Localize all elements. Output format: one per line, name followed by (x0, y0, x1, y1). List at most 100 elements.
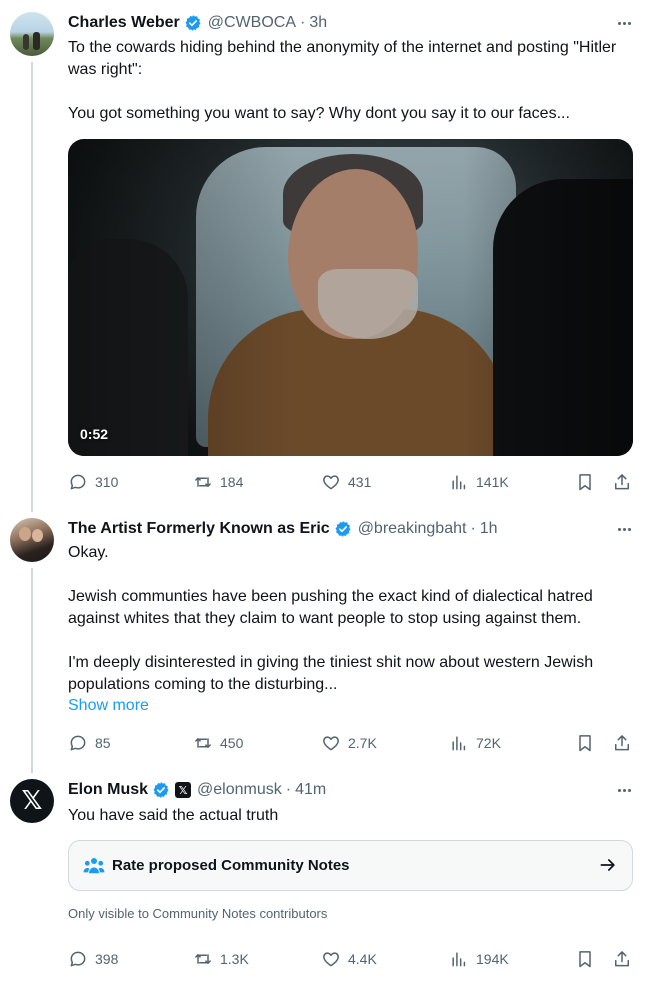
author-handle[interactable]: @breakingbaht (358, 520, 467, 538)
show-more-link[interactable]: Show more (68, 697, 149, 715)
views-button[interactable]: 72K (449, 732, 501, 754)
views-count: 72K (476, 735, 501, 751)
share-button[interactable] (612, 948, 632, 970)
action-bar: 398 1.3K 4.4K 194K (68, 948, 638, 970)
share-icon (615, 951, 629, 967)
author-handle[interactable]: @CWBOCA (208, 14, 296, 32)
author-name[interactable]: Elon Musk (68, 781, 148, 799)
share-button[interactable] (612, 732, 632, 754)
share-icon (615, 474, 629, 490)
views-button[interactable]: 141K (449, 471, 509, 493)
thread-line (31, 62, 33, 512)
like-icon (323, 952, 339, 967)
thread-line (31, 568, 33, 773)
bookmark-icon (579, 474, 591, 491)
views-icon (452, 736, 466, 751)
tweet-paragraph: Okay. (68, 544, 109, 561)
views-count: 141K (476, 474, 509, 490)
like-button[interactable]: 2.7K (321, 732, 377, 754)
visibility-note: Only visible to Community Notes contribu… (68, 906, 328, 921)
bookmark-icon (579, 951, 591, 968)
separator-dot: · (470, 520, 476, 537)
repost-count: 184 (220, 474, 244, 490)
reply-icon (70, 735, 86, 751)
action-bar: 85 450 2.7K 72K (68, 732, 638, 754)
tweet-text: To the cowards hiding behind the anonymi… (68, 37, 638, 125)
reply-count: 85 (95, 735, 111, 751)
bookmark-button[interactable] (575, 732, 595, 754)
community-notes-button[interactable]: Rate proposed Community Notes (68, 840, 633, 891)
avatar-face (32, 529, 43, 542)
timestamp[interactable]: 41m (295, 781, 326, 799)
like-icon (323, 736, 339, 751)
repost-button[interactable]: 450 (193, 732, 243, 754)
like-button[interactable]: 431 (321, 471, 371, 493)
author-name[interactable]: Charles Weber (68, 14, 180, 32)
timestamp[interactable]: 3h (309, 14, 327, 32)
bookmark-button[interactable] (575, 471, 595, 493)
tweet-header: The Artist Formerly Known as Eric @break… (68, 518, 498, 540)
more-icon[interactable] (614, 519, 634, 539)
tweet-paragraph: I'm deeply disinterested in giving the t… (68, 654, 594, 693)
reply-button[interactable]: 310 (68, 471, 118, 493)
tweet-paragraph: Jewish communties have been pushing the … (68, 588, 593, 627)
repost-count: 450 (220, 735, 244, 751)
like-icon (323, 475, 339, 490)
avatar[interactable] (10, 12, 54, 56)
repost-icon (195, 954, 211, 964)
reply-button[interactable]: 398 (68, 948, 118, 970)
separator-dot: · (285, 781, 292, 798)
x-logo-icon: 𝕏 (175, 782, 192, 798)
share-icon (615, 735, 629, 751)
views-button[interactable]: 194K (449, 948, 509, 970)
reply-count: 310 (95, 474, 119, 490)
like-count: 431 (348, 474, 372, 490)
verified-icon (152, 781, 170, 799)
share-button[interactable] (612, 471, 632, 493)
tweet-text: You have said the actual truth (68, 805, 638, 827)
avatar-figure (33, 32, 40, 50)
video-player[interactable]: 0:52 (68, 139, 633, 456)
tweet-header: Elon Musk 𝕏 @elonmusk · 41m (68, 779, 326, 801)
timestamp[interactable]: 1h (480, 520, 498, 538)
reply-count: 398 (95, 951, 119, 967)
tweet-paragraph: You have said the actual truth (68, 807, 279, 824)
avatar[interactable] (10, 518, 54, 562)
verified-icon (334, 520, 352, 538)
verified-icon (184, 14, 202, 32)
views-icon (452, 952, 466, 967)
bookmark-button[interactable] (575, 948, 595, 970)
avatar-face (19, 527, 31, 541)
repost-count: 1.3K (220, 951, 249, 967)
tweet-paragraph: You got something you want to say? Why d… (68, 105, 570, 122)
tweet-header: Charles Weber @CWBOCA · 3h (68, 12, 327, 34)
like-count: 4.4K (348, 951, 377, 967)
action-bar: 310 184 431 141K (68, 471, 638, 493)
like-button[interactable]: 4.4K (321, 948, 377, 970)
author-handle[interactable]: @elonmusk (197, 781, 282, 799)
community-notes-icon (83, 858, 105, 874)
repost-button[interactable]: 184 (193, 471, 243, 493)
arrow-right-icon (600, 859, 615, 871)
repost-button[interactable]: 1.3K (193, 948, 249, 970)
bookmark-icon (579, 735, 591, 752)
views-icon (452, 475, 466, 490)
reply-button[interactable]: 85 (68, 732, 111, 754)
more-icon[interactable] (614, 780, 634, 800)
video-duration: 0:52 (80, 426, 109, 442)
video-frame-shade (68, 139, 633, 456)
author-name[interactable]: The Artist Formerly Known as Eric (68, 520, 330, 538)
tweet-text: Okay. Jewish communties have been pushin… (68, 542, 638, 696)
tweet-paragraph: To the cowards hiding behind the anonymi… (68, 39, 617, 78)
community-notes-label: Rate proposed Community Notes (112, 857, 350, 874)
like-count: 2.7K (348, 735, 377, 751)
reply-icon (70, 951, 86, 967)
reply-icon (70, 474, 86, 490)
repost-icon (195, 477, 211, 487)
avatar[interactable]: 𝕏 (10, 779, 54, 823)
views-count: 194K (476, 951, 509, 967)
x-logo-icon: 𝕏 (21, 786, 43, 816)
more-icon[interactable] (614, 13, 634, 33)
separator-dot: · (300, 14, 306, 31)
repost-icon (195, 738, 211, 748)
